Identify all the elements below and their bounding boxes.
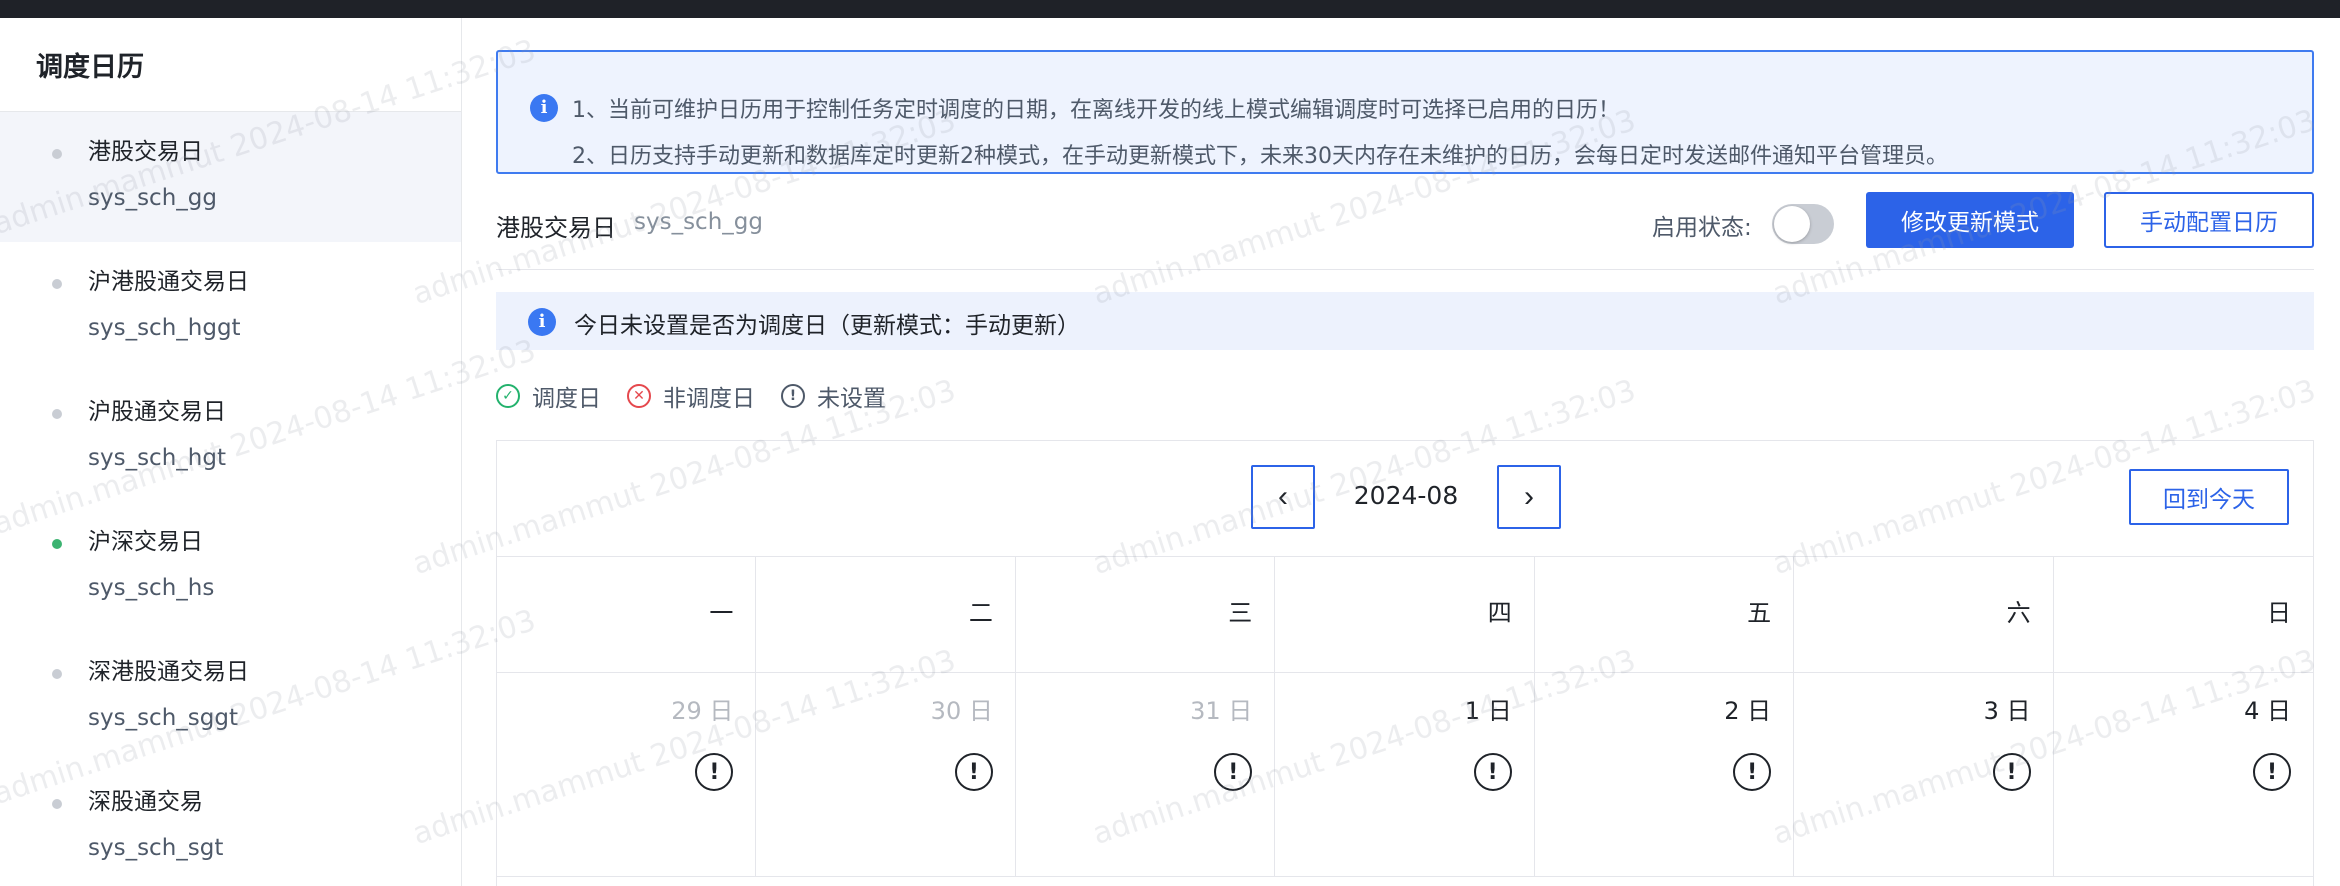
day-cell[interactable]: 3 日 ! [1794,673,2054,877]
calendar-sidebar: 调度日历 港股交易日 sys_sch_gg 沪港股通交易日 sys_sch_hg… [0,18,462,886]
sidebar-item-code: sys_sch_hggt [88,315,241,341]
weekday-cell: 四 [1275,557,1535,673]
month-calendar: ‹ 2024-08 › 回到今天 一 二 三 四 五 六 日 29 日 ! 30… [496,440,2314,886]
sidebar-item-code: sys_sch_gg [88,185,217,211]
exclamation-circle-icon[interactable]: ! [1992,753,2031,791]
main-panel: i 1、当前可维护日历用于控制任务定时调度的日期，在离线开发的线上模式编辑调度时… [496,18,2314,886]
sidebar-item-name: 港股交易日 [88,139,203,165]
day-cell[interactable]: 4 日 ! [2053,673,2313,877]
sidebar-item-shhk-connect[interactable]: 沪港股通交易日 sys_sch_hggt [0,242,461,372]
enable-status-label: 启用状态: [1652,215,1752,241]
sidebar-item-name: 深股通交易 [88,789,203,815]
info-notice: i 1、当前可维护日历用于控制任务定时调度的日期，在离线开发的线上模式编辑调度时… [496,50,2314,174]
info-icon: i [530,94,558,122]
sidebar-item-name: 沪股通交易日 [88,399,226,425]
sidebar-item-code: sys_sch_sgt [88,835,224,861]
notice-line-2: 2、日历支持手动更新和数据库定时更新2种模式，在手动更新模式下，未来30天内存在… [572,144,1948,169]
weekday-cell: 五 [1534,557,1795,673]
legend-label: 未设置 [817,386,886,412]
toggle-knob [1774,206,1810,242]
sidebar-item-code: sys_sch_hs [88,575,215,601]
day-cell[interactable]: 1 日 ! [1275,673,1535,877]
legend-unset: ! 未设置 [781,379,886,413]
status-dot [52,409,62,419]
day-number: 31 日 [1190,697,1253,725]
weekday-cell: 三 [1015,557,1276,673]
day-cell[interactable]: 30 日 ! [756,673,1016,877]
close-circle-icon: ✕ [627,384,651,408]
weekday-cell: 二 [756,557,1016,673]
check-circle-icon: ✓ [496,384,520,408]
day-number: 29 日 [671,697,734,725]
weekday-cell: 六 [1794,557,2054,673]
day-number: 2 日 [1724,697,1772,725]
status-dot [52,669,62,679]
exclamation-circle-icon: ! [781,384,805,408]
modify-update-mode-button[interactable]: 修改更新模式 [1866,192,2074,248]
day-cell[interactable]: 2 日 ! [1534,673,1795,877]
chevron-left-icon: ‹ [1278,480,1288,513]
status-dot [52,799,62,809]
chevron-right-icon: › [1524,480,1534,513]
legend-not-scheduled: ✕ 非调度日 [627,379,755,413]
weekday-header: 一 二 三 四 五 六 日 [497,557,2313,673]
status-dot [52,149,62,159]
day-number: 3 日 [1983,697,2031,725]
notice-line-1: 1、当前可维护日历用于控制任务定时调度的日期，在离线开发的线上模式编辑调度时可选… [572,98,1621,123]
day-number: 4 日 [2244,697,2291,725]
sidebar-item-shsz-trading[interactable]: 沪深交易日 sys_sch_hs [0,502,461,632]
exclamation-circle-icon[interactable]: ! [2252,753,2291,791]
sidebar-item-hk-trading[interactable]: 港股交易日 sys_sch_gg [0,112,461,242]
exclamation-circle-icon[interactable]: ! [1473,753,1512,791]
day-number: 30 日 [930,697,993,725]
calendar-title: 港股交易日 [496,214,616,242]
calendar-code: sys_sch_gg [634,209,763,235]
exclamation-circle-icon[interactable]: ! [1214,753,1253,791]
sidebar-item-sh-connect[interactable]: 沪股通交易日 sys_sch_hgt [0,372,461,502]
legend-scheduled: ✓ 调度日 [496,379,601,413]
weekday-cell: 一 [497,557,757,673]
calendar-header: 港股交易日 sys_sch_gg 启用状态: 修改更新模式 手动配置日历 [496,188,2314,270]
current-month-label: 2024-08 [1353,481,1459,510]
exclamation-circle-icon[interactable]: ! [1733,753,1772,791]
info-icon: i [528,308,556,336]
manual-config-calendar-button[interactable]: 手动配置日历 [2104,192,2314,248]
sidebar-title: 调度日历 [0,18,461,112]
top-bar [0,0,2340,18]
status-dot-active [52,539,62,549]
sidebar-item-code: sys_sch_sggt [88,705,238,731]
day-number: 1 日 [1464,697,1512,725]
sidebar-item-name: 沪深交易日 [88,529,203,555]
legend-label: 非调度日 [663,386,755,412]
next-month-button[interactable]: › [1497,465,1561,529]
calendar-week-row: 29 日 ! 30 日 ! 31 日 ! 1 日 ! 2 日 ! 3 日 ! 4… [497,673,2313,877]
back-to-today-button[interactable]: 回到今天 [2129,469,2289,525]
exclamation-circle-icon[interactable]: ! [695,753,734,791]
sidebar-item-name: 深港股通交易日 [88,659,249,685]
sidebar-item-szhk-connect[interactable]: 深港股通交易日 sys_sch_sggt [0,632,461,762]
legend-label: 调度日 [532,386,601,412]
sidebar-item-code: sys_sch_hgt [88,445,226,471]
prev-month-button[interactable]: ‹ [1251,465,1315,529]
sidebar-item-sz-connect[interactable]: 深股通交易 sys_sch_sgt [0,762,461,886]
exclamation-circle-icon[interactable]: ! [954,753,993,791]
day-cell[interactable]: 29 日 ! [497,673,757,877]
day-cell[interactable]: 31 日 ! [1015,673,1276,877]
status-dot [52,279,62,289]
sidebar-item-name: 沪港股通交易日 [88,269,249,295]
calendar-nav: ‹ 2024-08 › 回到今天 [497,441,2313,557]
weekday-cell: 日 [2053,557,2313,673]
enable-status-toggle[interactable] [1772,204,1834,244]
today-status-text: 今日未设置是否为调度日（更新模式：手动更新） [574,313,1080,339]
today-status-notice: i 今日未设置是否为调度日（更新模式：手动更新） [496,292,2314,350]
legend: ✓ 调度日 ✕ 非调度日 ! 未设置 [496,378,912,414]
